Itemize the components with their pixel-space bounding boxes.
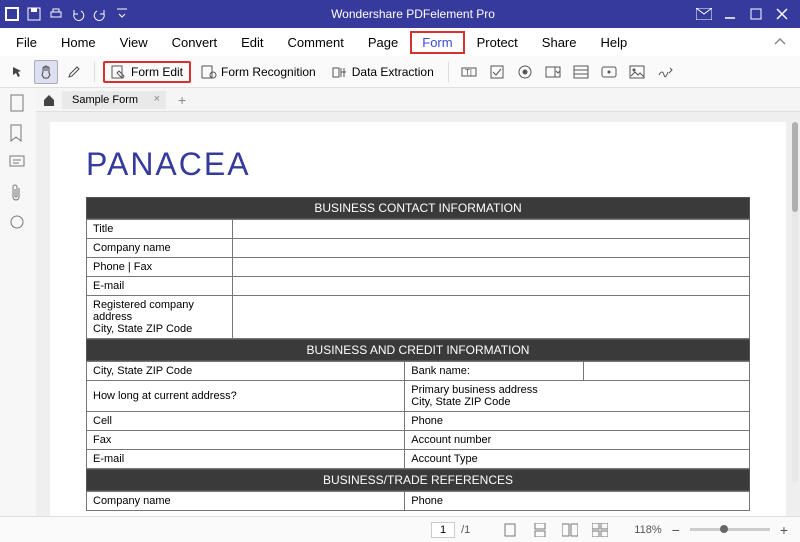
menu-form[interactable]: Form: [410, 31, 464, 54]
doc-heading: PANACEA: [86, 146, 750, 183]
tab-close-icon[interactable]: ×: [154, 93, 160, 105]
zoom-slider[interactable]: [690, 528, 770, 531]
zoom-in-button[interactable]: +: [776, 522, 792, 538]
table-row: Company namePhone: [87, 492, 750, 511]
document-tab-label: Sample Form: [72, 94, 138, 106]
section2-table: City, State ZIP CodeBank name: How long …: [86, 361, 750, 469]
signature-field-icon[interactable]: [653, 60, 677, 84]
section3-table: Company namePhone: [86, 491, 750, 511]
thumbnails-icon[interactable]: [9, 94, 27, 112]
section1-table: Title Company name Phone | Fax E-mail Re…: [86, 219, 750, 339]
view-two-continuous-icon[interactable]: [588, 518, 612, 542]
zoom-slider-knob[interactable]: [720, 525, 728, 533]
menu-page[interactable]: Page: [356, 31, 410, 54]
zoom-value: 118%: [634, 524, 661, 536]
menu-view[interactable]: View: [108, 31, 160, 54]
image-field-icon[interactable]: [625, 60, 649, 84]
close-icon[interactable]: [774, 6, 790, 22]
form-recognition-button[interactable]: Form Recognition: [195, 63, 322, 81]
page-area: PANACEA BUSINESS CONTACT INFORMATION Tit…: [36, 112, 800, 516]
menu-share[interactable]: Share: [530, 31, 589, 54]
scroll-thumb[interactable]: [792, 122, 798, 212]
vertical-scrollbar[interactable]: [792, 122, 798, 482]
table-row: Phone | Fax: [87, 258, 750, 277]
undo-icon[interactable]: [70, 6, 86, 22]
menu-bar: File Home View Convert Edit Comment Page…: [0, 28, 800, 56]
section1-head: BUSINESS CONTACT INFORMATION: [86, 197, 750, 219]
text-field-icon[interactable]: T|: [457, 60, 481, 84]
redo-icon[interactable]: [92, 6, 108, 22]
attachments-icon[interactable]: [9, 184, 27, 202]
radio-field-icon[interactable]: [513, 60, 537, 84]
form-edit-icon: [111, 65, 127, 79]
form-edit-label: Form Edit: [131, 65, 183, 79]
title-bar: Wondershare PDFelement Pro: [0, 0, 800, 28]
form-recognition-icon: [201, 65, 217, 79]
minimize-icon[interactable]: [722, 6, 738, 22]
menu-protect[interactable]: Protect: [465, 31, 530, 54]
tab-home-icon[interactable]: [40, 91, 58, 109]
table-row: Title: [87, 220, 750, 239]
document-tab[interactable]: Sample Form ×: [62, 91, 166, 109]
listbox-field-icon[interactable]: [569, 60, 593, 84]
table-row: How long at current address?Primary busi…: [87, 381, 750, 412]
fields-panel-icon[interactable]: [9, 214, 27, 232]
status-bar: /1 118% − +: [0, 516, 800, 542]
window-title: Wondershare PDFelement Pro: [130, 7, 696, 21]
menu-convert[interactable]: Convert: [160, 31, 230, 54]
menu-help[interactable]: Help: [589, 31, 640, 54]
document-tab-bar: Sample Form × +: [36, 88, 800, 112]
zoom-out-button[interactable]: −: [668, 522, 684, 538]
app-logo-icon: [4, 6, 20, 22]
form-toolbar: Form Edit Form Recognition Data Extracti…: [0, 56, 800, 88]
select-tool-icon[interactable]: [6, 60, 30, 84]
data-extraction-icon: [332, 65, 348, 79]
menu-comment[interactable]: Comment: [276, 31, 356, 54]
mail-icon[interactable]: [696, 6, 712, 22]
table-row: FaxAccount number: [87, 431, 750, 450]
page-number-input[interactable]: [431, 522, 455, 538]
menu-file[interactable]: File: [4, 31, 49, 54]
pdf-page: PANACEA BUSINESS CONTACT INFORMATION Tit…: [50, 122, 786, 516]
save-icon[interactable]: [26, 6, 42, 22]
maximize-icon[interactable]: [748, 6, 764, 22]
combobox-field-icon[interactable]: [541, 60, 565, 84]
view-two-page-icon[interactable]: [558, 518, 582, 542]
print-icon[interactable]: [48, 6, 64, 22]
quick-access-dropdown-icon[interactable]: [114, 6, 130, 22]
tab-add-icon[interactable]: +: [170, 92, 194, 108]
svg-text:T|: T|: [465, 68, 472, 77]
table-row: City, State ZIP CodeBank name:: [87, 362, 750, 381]
hand-tool-icon[interactable]: [34, 60, 58, 84]
data-extraction-label: Data Extraction: [352, 65, 434, 79]
menu-home[interactable]: Home: [49, 31, 108, 54]
table-row: CellPhone: [87, 412, 750, 431]
form-edit-button[interactable]: Form Edit: [103, 61, 191, 83]
page-total: /1: [461, 524, 470, 536]
table-row: Company name: [87, 239, 750, 258]
form-recognition-label: Form Recognition: [221, 65, 316, 79]
table-row: Registered company addressCity, State ZI…: [87, 296, 750, 339]
bookmarks-icon[interactable]: [9, 124, 27, 142]
button-field-icon[interactable]: [597, 60, 621, 84]
view-single-icon[interactable]: [498, 518, 522, 542]
checkbox-field-icon[interactable]: [485, 60, 509, 84]
comments-icon[interactable]: [9, 154, 27, 172]
data-extraction-button[interactable]: Data Extraction: [326, 63, 440, 81]
edit-tool-icon[interactable]: [62, 60, 86, 84]
table-row: E-mailAccount Type: [87, 450, 750, 469]
menu-edit[interactable]: Edit: [229, 31, 275, 54]
collapse-ribbon-icon[interactable]: [764, 33, 796, 51]
section2-head: BUSINESS AND CREDIT INFORMATION: [86, 339, 750, 361]
view-continuous-icon[interactable]: [528, 518, 552, 542]
table-row: E-mail: [87, 277, 750, 296]
section3-head: BUSINESS/TRADE REFERENCES: [86, 469, 750, 491]
left-sidebar: [0, 88, 36, 516]
